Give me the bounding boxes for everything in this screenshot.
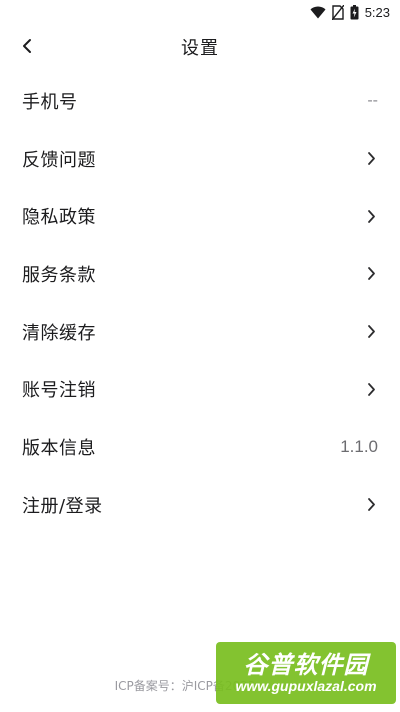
wifi-icon (310, 6, 326, 19)
status-bar: 5:23 (0, 0, 400, 24)
page-title: 设置 (181, 38, 219, 59)
watermark-logo: 谷普软件园 www.gupuxlazal.com (216, 642, 396, 704)
settings-item-label: 手机号 (22, 91, 78, 113)
settings-item-label: 隐私政策 (22, 207, 96, 229)
back-button[interactable] (12, 32, 42, 62)
settings-item-feedback[interactable]: 反馈问题 (0, 130, 400, 188)
chevron-right-icon (364, 149, 378, 169)
chevron-right-icon (364, 322, 378, 342)
header: 设置 (0, 24, 400, 70)
watermark-title: 谷普软件园 (243, 651, 369, 680)
settings-item-privacy-policy[interactable]: 隐私政策 (0, 187, 400, 245)
settings-item-label: 反馈问题 (22, 149, 96, 171)
settings-item-label: 账号注销 (22, 380, 96, 402)
settings-item-label: 清除缓存 (22, 322, 96, 344)
settings-item-delete-account[interactable]: 账号注销 (0, 360, 400, 418)
chevron-right-icon (364, 264, 378, 284)
settings-item-clear-cache[interactable]: 清除缓存 (0, 303, 400, 361)
settings-item-label: 注册/登录 (22, 495, 103, 517)
settings-item-terms[interactable]: 服务条款 (0, 245, 400, 303)
phone-value: -- (367, 91, 378, 109)
chevron-right-icon (364, 206, 378, 226)
chevron-right-icon (364, 495, 378, 515)
status-time: 5:23 (364, 4, 390, 20)
chevron-left-icon (22, 38, 32, 57)
watermark-url: www.gupuxlazal.com (235, 677, 377, 694)
settings-list: 手机号 -- 反馈问题 隐私政策 服务条款 清除缓存 账号注销 版本信息 1.1… (0, 72, 400, 534)
settings-item-register-login[interactable]: 注册/登录 (0, 476, 400, 534)
settings-item-label: 版本信息 (22, 437, 96, 459)
battery-charging-icon (350, 4, 359, 20)
settings-item-phone[interactable]: 手机号 -- (0, 72, 400, 130)
settings-item-version: 版本信息 1.1.0 (0, 418, 400, 476)
no-sim-icon (331, 4, 344, 20)
version-value: 1.1.0 (340, 436, 378, 456)
settings-item-label: 服务条款 (22, 264, 96, 286)
settings-screen: 5:23 设置 手机号 -- 反馈问题 隐私政策 服务条款 清除缓存 账号注销 … (0, 0, 400, 712)
chevron-right-icon (364, 379, 378, 399)
